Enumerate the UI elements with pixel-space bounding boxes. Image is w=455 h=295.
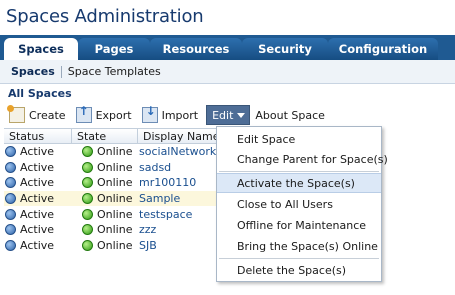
display-name-link[interactable]: sadsd: [139, 161, 171, 174]
menu-item-change-parent[interactable]: Change Parent for Space(s): [217, 149, 388, 169]
state-text: Online: [97, 223, 133, 237]
state-text: Online: [97, 176, 133, 190]
online-status-icon: [82, 224, 93, 236]
export-label: Export: [95, 108, 132, 122]
status-active-icon: [5, 224, 16, 236]
menu-item-offline-for-maintenance[interactable]: Offline for Maintenance: [217, 215, 381, 235]
online-status-icon: [82, 239, 93, 251]
export-icon: [75, 104, 92, 123]
menu-item-close-to-all-users[interactable]: Close to All Users: [217, 194, 381, 214]
edit-dropdown-menu: Edit Space Change Parent for Space(s) Ac…: [216, 126, 388, 282]
tab-pages[interactable]: Pages: [78, 38, 150, 60]
subtab-space-templates[interactable]: Space Templates: [68, 65, 161, 78]
status-active-icon: [5, 161, 16, 173]
app-title: Spaces Administration: [6, 6, 204, 27]
about-space-label: About Space: [255, 108, 325, 122]
online-status-icon: [82, 177, 93, 189]
status-text: Active: [20, 238, 55, 252]
create-button[interactable]: Create: [4, 105, 71, 125]
about-space-button[interactable]: About Space: [250, 105, 330, 125]
tab-security[interactable]: Security: [242, 38, 328, 60]
create-label: Create: [29, 108, 66, 122]
edit-menu-button[interactable]: Edit: [206, 105, 251, 125]
display-name-link[interactable]: socialNetworkin: [139, 145, 226, 158]
status-active-icon: [5, 208, 16, 220]
import-button[interactable]: Import: [137, 104, 204, 125]
menu-item-delete-space[interactable]: Delete the Space(s): [217, 260, 381, 280]
menu-item-edit-space[interactable]: Edit Space: [217, 129, 381, 149]
state-text: Online: [97, 192, 133, 206]
tab-configuration[interactable]: Configuration: [328, 38, 438, 60]
status-text: Active: [20, 160, 55, 174]
menu-divider: [219, 258, 379, 259]
display-name-link[interactable]: Sample: [139, 192, 180, 205]
status-text: Active: [20, 223, 55, 237]
menu-divider: [219, 171, 379, 172]
main-tab-bar: Spaces Pages Resources Security Configur…: [0, 35, 455, 60]
status-active-icon: [5, 146, 16, 158]
display-name-link[interactable]: SJB: [139, 239, 157, 252]
status-text: Active: [20, 192, 55, 206]
status-active-icon: [5, 239, 16, 251]
display-name-link[interactable]: mr100110: [139, 176, 196, 189]
create-icon: [7, 105, 25, 123]
subtab-spaces[interactable]: Spaces: [11, 65, 55, 78]
status-text: Active: [20, 145, 55, 159]
section-title: All Spaces: [8, 87, 72, 100]
subtab-divider: [60, 65, 62, 78]
tab-resources[interactable]: Resources: [150, 38, 242, 60]
status-active-icon: [5, 193, 16, 205]
display-name-link[interactable]: testspace: [139, 208, 192, 221]
toolbar: Create Export Import Edit About Space: [4, 104, 449, 126]
import-label: Import: [161, 108, 199, 122]
online-status-icon: [82, 208, 93, 220]
edit-label: Edit: [212, 108, 234, 122]
state-text: Online: [97, 145, 133, 159]
display-name-link[interactable]: zzz: [139, 223, 156, 236]
column-header-status[interactable]: Status: [4, 129, 72, 143]
menu-item-activate-space[interactable]: Activate the Space(s): [217, 173, 381, 193]
menu-item-bring-space-online[interactable]: Bring the Space(s) Online: [217, 236, 381, 256]
online-status-icon: [82, 146, 93, 158]
state-text: Online: [97, 207, 133, 221]
import-icon: [141, 104, 158, 123]
status-text: Active: [20, 176, 55, 190]
column-header-state[interactable]: State: [72, 129, 138, 143]
tab-spaces[interactable]: Spaces: [4, 38, 78, 60]
sub-tab-bar: Spaces Space Templates: [0, 60, 455, 84]
online-status-icon: [82, 193, 93, 205]
state-text: Online: [97, 160, 133, 174]
state-text: Online: [97, 238, 133, 252]
chevron-down-icon: [237, 112, 246, 118]
status-active-icon: [5, 177, 16, 189]
export-button[interactable]: Export: [71, 104, 137, 125]
status-text: Active: [20, 207, 55, 221]
online-status-icon: [82, 161, 93, 173]
